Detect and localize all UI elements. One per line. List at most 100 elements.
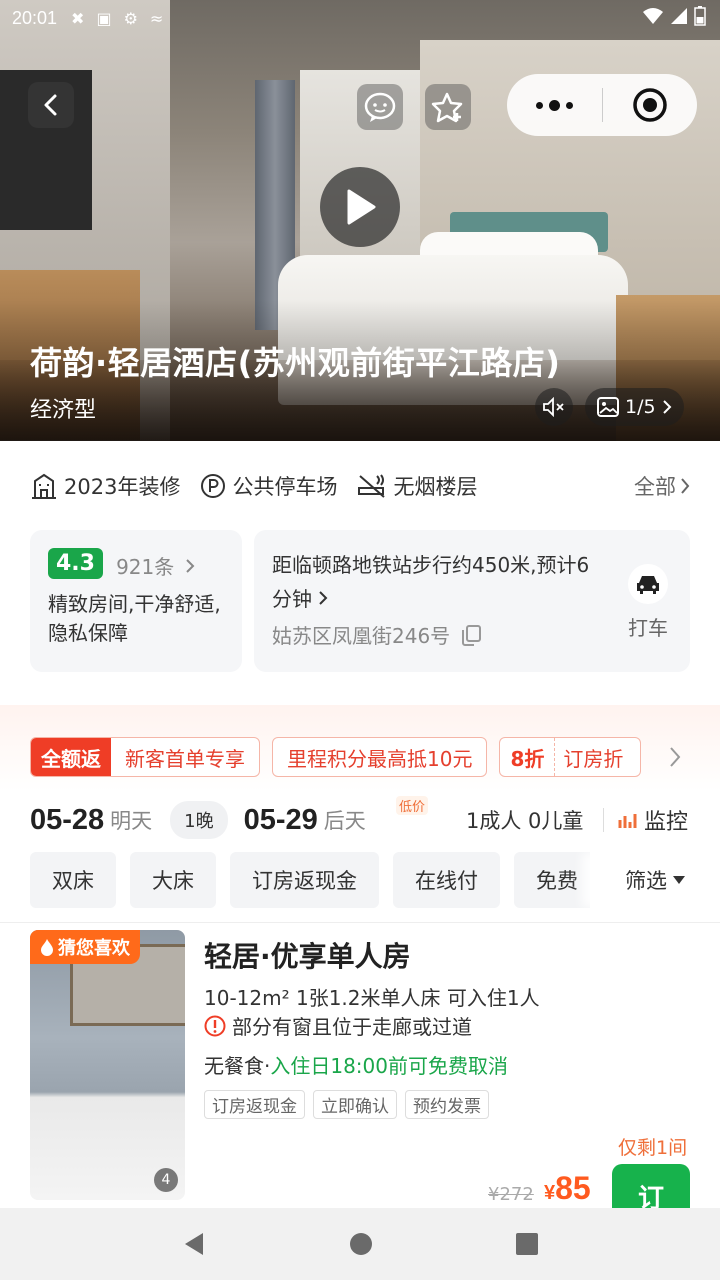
room-image[interactable] [30, 930, 185, 1200]
mileage-text: 里程积分最高抵10元 [287, 746, 473, 771]
star-add-icon [431, 92, 463, 123]
building-icon [32, 473, 56, 499]
chevron-right-icon [662, 400, 671, 414]
chevron-left-icon [44, 94, 57, 116]
favorite-button[interactable] [425, 84, 471, 130]
checkout-date: 05-29 [243, 803, 318, 836]
location-card[interactable]: 距临顿路地铁站步行约450米,预计6分钟 姑苏区凤凰街246号 打车 [254, 530, 690, 672]
hotel-name: 荷韵·轻居酒店(苏州观前街平江路店) [30, 344, 561, 382]
status-notification-icons: ✖ ▣ ⚙ ≈ [71, 9, 163, 28]
miniapp-capsule [507, 74, 697, 136]
copy-icon[interactable] [460, 624, 482, 646]
guess-tag-label: 猜您喜欢 [58, 938, 130, 959]
filter-chips: 双床 大床 订房返现金 在线付 免费 [30, 852, 590, 908]
divider [0, 922, 720, 923]
facility-renovation: 2023年装修 [30, 471, 180, 501]
chat-button[interactable] [357, 84, 403, 130]
rooms-left-badge: 仅剩1间 [618, 1137, 688, 1159]
chevron-right-icon [319, 591, 328, 605]
promo-new-customer[interactable]: 全额返 新客首单专享 [30, 737, 260, 777]
filter-chip[interactable]: 订房返现金 [230, 852, 379, 908]
filter-chip[interactable]: 免费 [514, 852, 590, 908]
caret-down-icon [673, 876, 685, 884]
status-system-icons [642, 6, 706, 26]
promo-more-chevron-icon[interactable] [668, 745, 682, 769]
low-price-badge: 低价 [396, 796, 429, 815]
facility-label: 公共停车场 [232, 475, 338, 499]
photo-counter[interactable]: 1/5 [585, 388, 684, 426]
checkin-day: 明天 [110, 809, 153, 833]
app-icon: ▣ [96, 8, 112, 28]
divider [603, 808, 604, 832]
price-monitor-button[interactable]: 监控 [618, 804, 688, 836]
rating-card[interactable]: 4.3 921条 精致房间,干净舒适,隐私保障 [30, 530, 242, 672]
review-count: 921条 [116, 551, 195, 580]
facilities-row[interactable]: 2023年装修 公共停车场 无烟楼层 全部 [30, 466, 690, 506]
rating-summary: 精致房间,干净舒适,隐私保障 [48, 592, 221, 645]
mute-button[interactable] [535, 388, 573, 426]
facility-label: 无烟楼层 [393, 475, 478, 499]
status-time: 20:01 [12, 7, 58, 28]
play-video-button[interactable] [320, 167, 400, 247]
filter-chip[interactable]: 大床 [130, 852, 216, 908]
rating-score: 4.3 [48, 548, 103, 579]
facilities-all-link[interactable]: 全部 [634, 471, 690, 501]
meal-text: 无餐食· [204, 1054, 271, 1078]
new-customer-text: 新客首单专享 [125, 746, 245, 771]
mute-icon [543, 397, 564, 417]
promo-discount[interactable]: 8折 订房折 [499, 737, 642, 777]
back-button[interactable] [28, 82, 74, 128]
notification-icon: ✖ [71, 8, 85, 28]
play-icon [347, 189, 376, 225]
more-dots-icon [536, 99, 573, 111]
nav-home-icon[interactable] [349, 1232, 373, 1256]
photo-count-text: 1/5 [625, 396, 656, 418]
checkout-day: 后天 [323, 809, 366, 833]
room-meal-policy: 无餐食·入住日18:00前可免费取消 [204, 1050, 508, 1079]
facility-parking: 公共停车场 [200, 471, 337, 501]
nav-recents-icon[interactable] [516, 1233, 539, 1255]
flame-icon [41, 939, 53, 956]
discount-tag: 8折 [500, 738, 556, 776]
filter-chip[interactable]: 在线付 [393, 852, 500, 908]
room-tags: 订房返现金 立即确认 预约发票 [204, 1090, 489, 1119]
discount-text: 订房折 [563, 746, 624, 771]
more-button[interactable] [507, 74, 602, 136]
monitor-label: 监控 [644, 810, 689, 835]
nights-badge: 1晚 [170, 801, 228, 839]
hotel-type: 经济型 [30, 398, 97, 423]
taxi-button[interactable]: 打车 [624, 564, 672, 641]
filter-label: 筛选 [625, 869, 667, 893]
room-warning: 部分有窗且位于走廊或过道 [204, 1011, 472, 1040]
guess-you-like-tag: 猜您喜欢 [30, 930, 140, 964]
target-close-icon [633, 88, 667, 122]
original-price: ¥272 [488, 1184, 534, 1205]
date-selector[interactable]: 05-28 明天 1晚 05-29 后天 低价 1成人 0儿童 监控 [30, 796, 700, 840]
warning-text: 部分有窗且位于走廊或过道 [232, 1015, 472, 1039]
close-miniapp-button[interactable] [603, 74, 697, 136]
nav-back-icon[interactable] [182, 1231, 206, 1257]
current-price: ¥85 [544, 1170, 591, 1206]
image-icon [597, 397, 619, 417]
chat-icon [364, 92, 396, 122]
warning-icon [204, 1015, 226, 1036]
location-distance: 距临顿路地铁站步行约450米,预计6分钟 [272, 553, 590, 611]
location-address: 姑苏区凤凰街246号 [272, 620, 672, 649]
facility-no-smoking: 无烟楼层 [357, 471, 477, 501]
cancel-policy: 入住日18:00前可免费取消 [270, 1054, 508, 1078]
filter-button[interactable]: 筛选 [590, 852, 720, 908]
car-icon [628, 564, 668, 604]
settings-icon: ⚙ [123, 8, 138, 28]
filter-chip[interactable]: 双床 [30, 852, 116, 908]
full-refund-tag: 全额返 [31, 738, 111, 776]
facilities-all-label: 全部 [634, 475, 676, 499]
room-title[interactable]: 轻居·优享单人房 [204, 935, 411, 975]
system-nav-bar [0, 1208, 720, 1280]
promo-row: 全额返 新客首单专享 里程积分最高抵10元 8折 订房折 [30, 737, 642, 777]
address-text: 姑苏区凤凰街246号 [272, 624, 451, 648]
chevron-right-icon [681, 478, 690, 494]
guest-selector[interactable]: 1成人 0儿童 [466, 805, 583, 835]
wifi-icon [643, 8, 663, 24]
room-tag: 预约发票 [405, 1090, 489, 1119]
promo-mileage[interactable]: 里程积分最高抵10元 [272, 737, 488, 777]
